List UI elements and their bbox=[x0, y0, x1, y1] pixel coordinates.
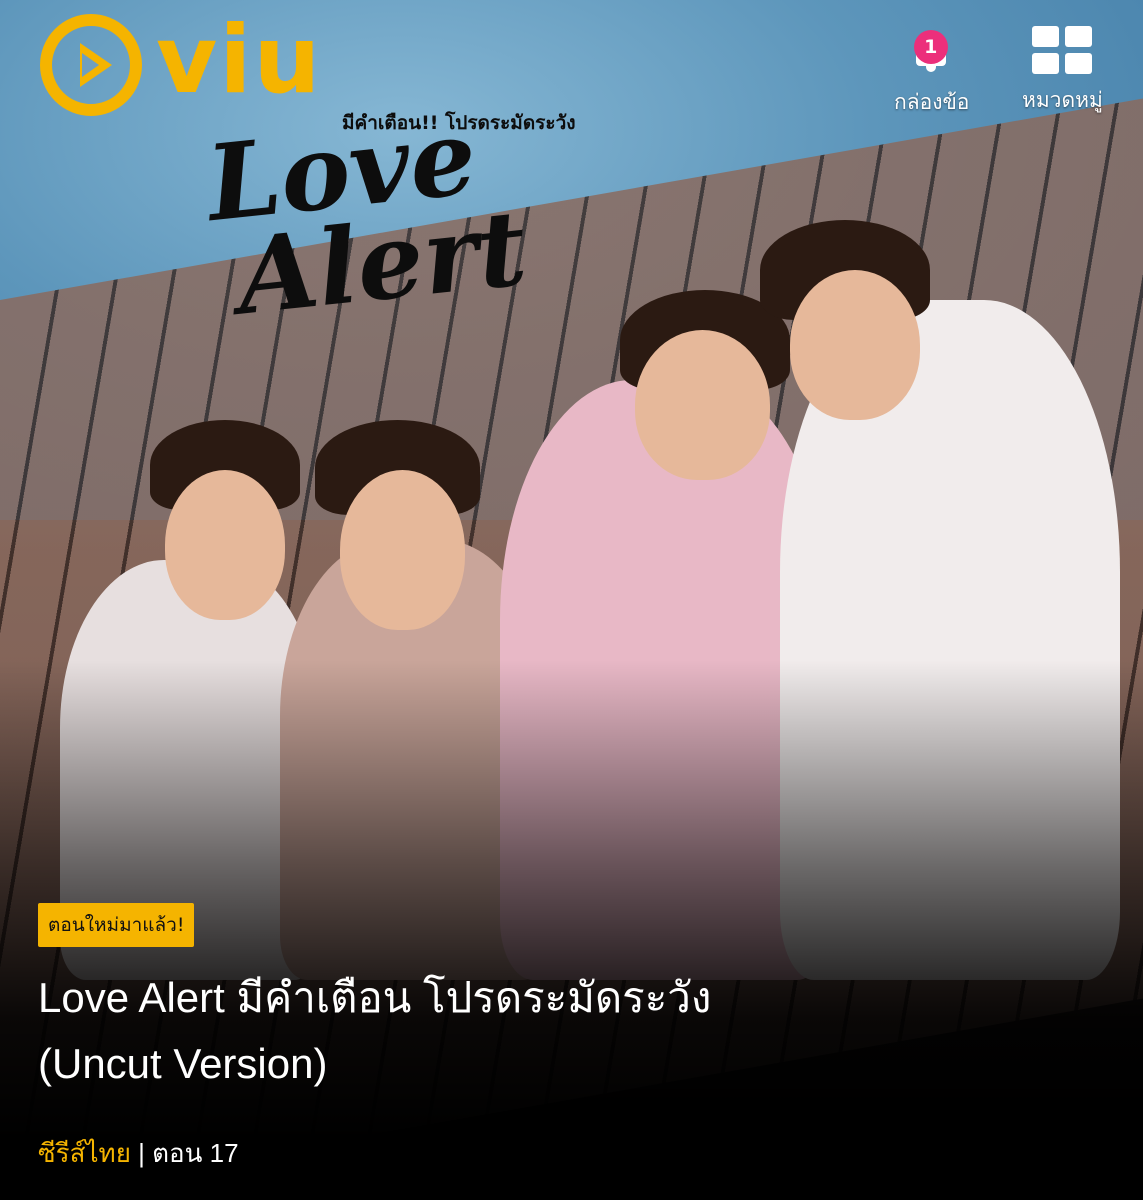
play-logo-icon bbox=[40, 14, 142, 116]
notification-badge: 1 bbox=[913, 30, 948, 64]
category-label: หมวดหมู่ bbox=[1022, 88, 1103, 112]
inbox-button[interactable]: 1 กล่องข้อ bbox=[894, 20, 969, 119]
logo-text: viu bbox=[156, 6, 323, 115]
viu-logo[interactable]: viu bbox=[40, 14, 322, 116]
episode-number: ตอน 17 bbox=[152, 1138, 239, 1168]
category-link[interactable]: ซีรีส์ไทย bbox=[38, 1138, 131, 1168]
poster-title-line2: Alert bbox=[231, 185, 532, 339]
poster-title-art: Love Alert bbox=[201, 95, 532, 339]
inbox-label: กล่องข้อ bbox=[894, 90, 970, 114]
meta-separator: | bbox=[130, 1138, 153, 1168]
new-episode-badge: ตอนใหม่มาแล้ว! bbox=[38, 903, 195, 947]
show-meta: ซีรีส์ไทย | ตอน 17 bbox=[38, 1133, 239, 1174]
hero-banner[interactable]: มีคำเตือน!! โปรดระมัดระวัง Love Alert vi… bbox=[0, 0, 1143, 1200]
grid-icon bbox=[1032, 26, 1093, 74]
bell-icon: 1 bbox=[902, 20, 962, 76]
category-button[interactable]: หมวดหมู่ bbox=[1022, 20, 1103, 117]
show-title[interactable]: Love Alert มีคำเตือน โปรดระมัดระวัง (Unc… bbox=[38, 965, 798, 1097]
